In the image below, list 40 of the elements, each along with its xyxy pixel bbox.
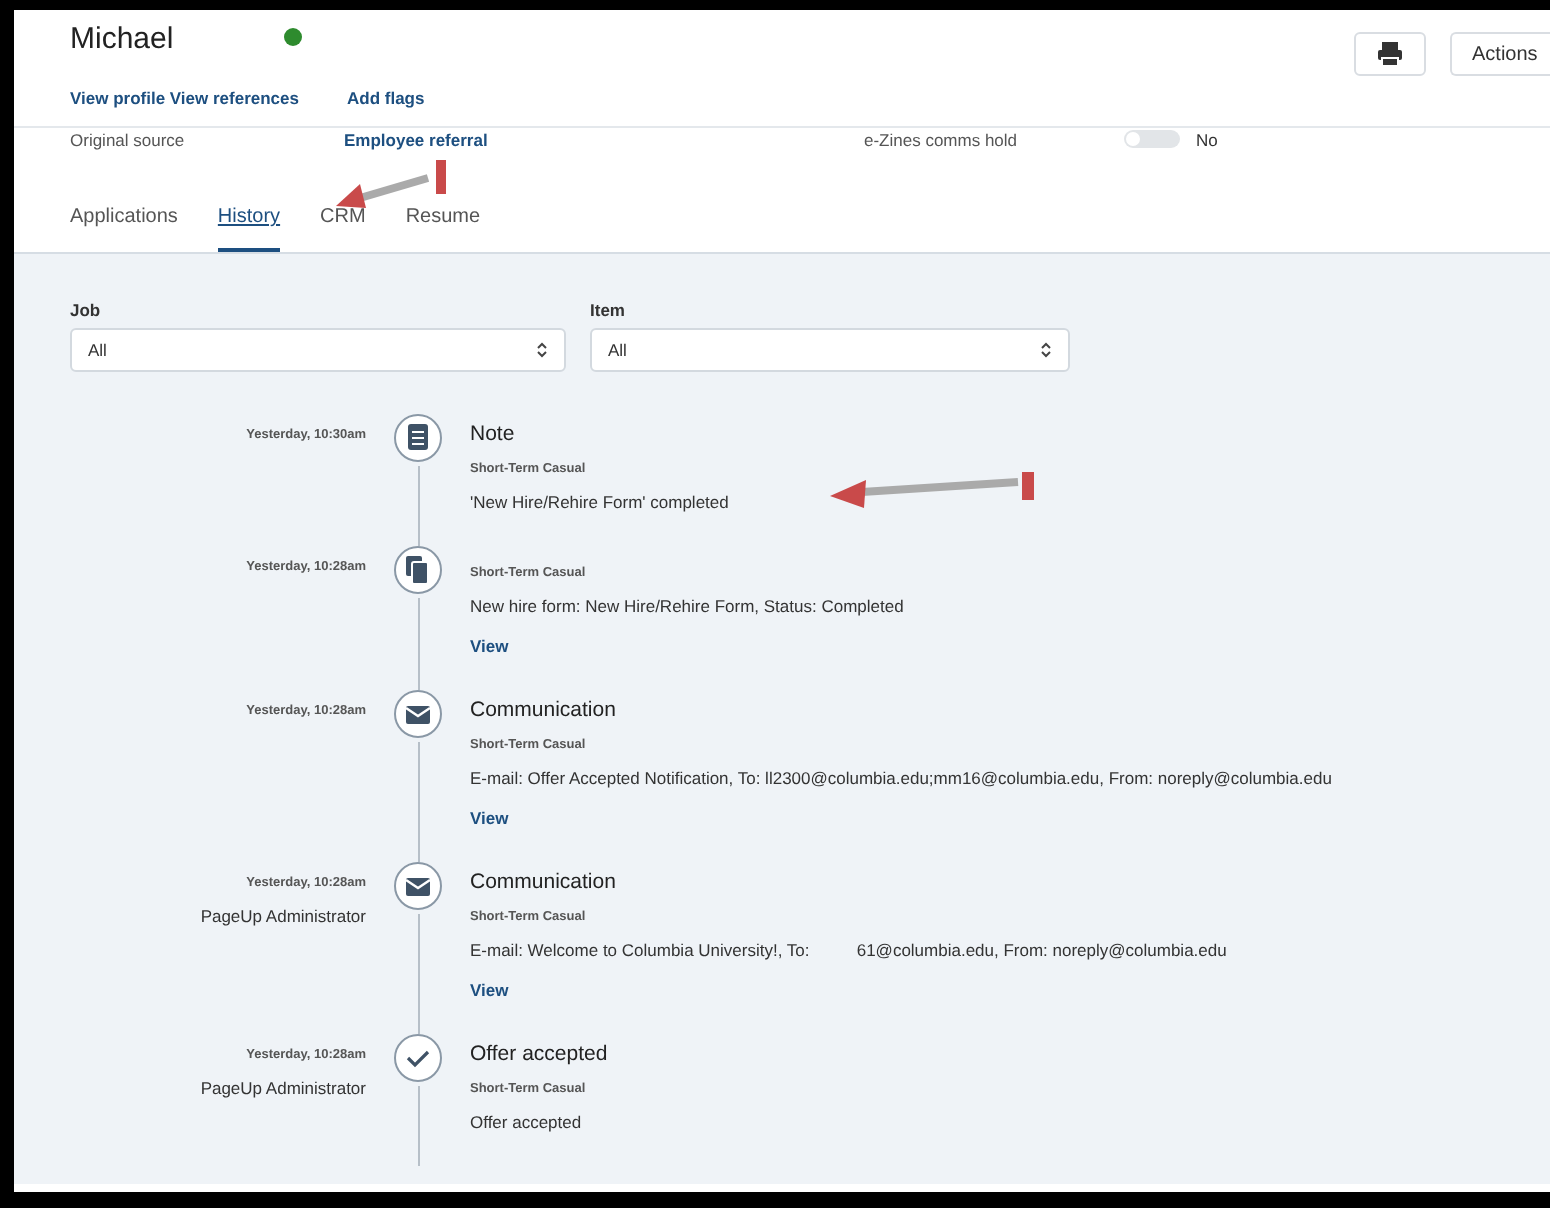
note-icon	[394, 414, 442, 462]
documents-icon	[394, 546, 442, 594]
print-button[interactable]	[1354, 32, 1426, 76]
event-description: E-mail: Offer Accepted Notification, To: ll2300@columbia.edu;mm16@columbia.edu, From: noreply@columbia.edu	[470, 768, 1334, 788]
view-link[interactable]: View	[470, 636, 509, 656]
candidate-name: Michael	[70, 22, 174, 56]
printer-icon	[1376, 40, 1404, 68]
event-title: Offer accepted	[470, 1042, 610, 1066]
actions-button[interactable]: Actions	[1450, 32, 1550, 76]
event-description: New hire form: New Hire/Rehire Form, Status: Completed	[470, 596, 906, 616]
envelope-icon	[394, 862, 442, 910]
event-description: Offer accepted	[470, 1112, 584, 1132]
tab[interactable]: CRM	[320, 206, 366, 252]
field-value: Employee referral	[344, 129, 490, 149]
tab[interactable]: History	[217, 206, 281, 252]
event-title: Communication	[470, 870, 618, 894]
toggle-switch[interactable]	[1124, 130, 1180, 148]
filter-label: Item	[590, 300, 627, 320]
tab[interactable]: Applications	[70, 206, 178, 252]
event-title: Communication	[470, 698, 618, 722]
event-title: Note	[470, 422, 517, 446]
sort-caret-icon	[1040, 340, 1052, 360]
event-description: E-mail: Welcome to Columbia University!, To: 61@columbia.edu, From: noreply@columbia.edu	[470, 940, 1229, 960]
field-label: Original source	[70, 129, 187, 149]
toggle-value: No	[1196, 129, 1218, 149]
event-actor: PageUp Administrator	[200, 1078, 366, 1098]
filter-select[interactable]: All	[590, 328, 1070, 372]
view-link[interactable]: View	[470, 980, 509, 1000]
event-actor: PageUp Administrator	[200, 906, 366, 926]
field-label: e-Zines comms hold	[864, 129, 1020, 149]
profile-link[interactable]: View profile View references	[70, 88, 299, 108]
filter-select[interactable]: All	[70, 328, 566, 372]
profile-link[interactable]: Add flags	[347, 88, 425, 108]
view-link[interactable]: View	[470, 808, 509, 828]
envelope-icon	[394, 690, 442, 738]
sort-caret-icon	[536, 340, 548, 360]
filter-label: Job	[70, 300, 103, 320]
event-description: 'New Hire/Rehire Form' completed	[470, 492, 731, 512]
checkmark-icon	[394, 1034, 442, 1082]
tab[interactable]: Resume	[405, 206, 481, 252]
